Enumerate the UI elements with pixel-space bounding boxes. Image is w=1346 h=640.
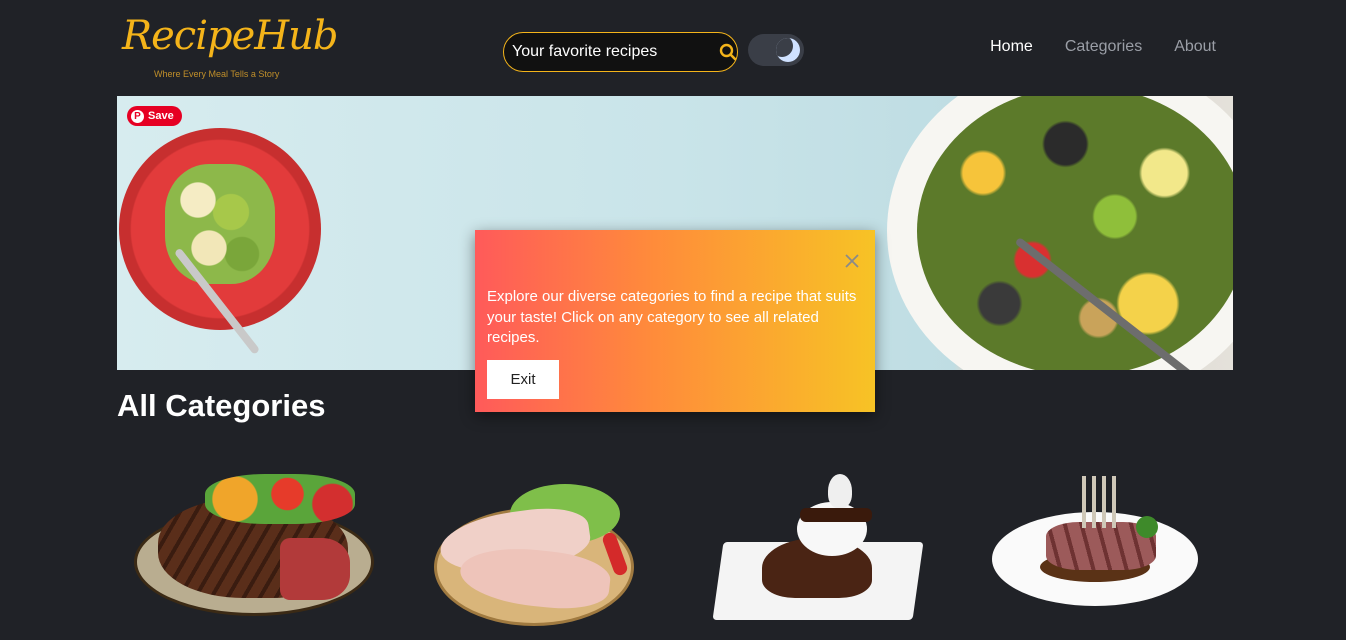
category-card-chicken[interactable] (430, 468, 640, 640)
nav-home[interactable]: Home (990, 38, 1033, 56)
chocolate-drizzle (800, 508, 872, 522)
popup-message: Explore our diverse categories to find a… (487, 288, 857, 346)
close-icon[interactable] (843, 252, 861, 270)
search-input[interactable] (512, 43, 719, 61)
category-card-lamb[interactable] (990, 468, 1204, 640)
moon-icon (776, 38, 800, 62)
category-card-dessert[interactable] (712, 468, 924, 640)
logo[interactable]: RecipeHub Where Every Meal Tells a Story (122, 13, 339, 82)
plate-salad (917, 96, 1233, 370)
section-title: All Categories (117, 388, 326, 423)
cream-top (828, 474, 852, 508)
herb-garnish (1136, 516, 1158, 538)
info-popup: Explore our diverse categories to find a… (475, 230, 875, 412)
vegetables (205, 474, 355, 524)
steak-cut (280, 538, 350, 600)
pinterest-save-button[interactable]: P Save (127, 106, 182, 126)
pinterest-save-label: Save (148, 110, 174, 122)
theme-toggle[interactable] (748, 34, 804, 66)
pinterest-icon: P (131, 109, 144, 123)
nav-categories[interactable]: Categories (1065, 38, 1142, 56)
nav-about[interactable]: About (1174, 38, 1216, 56)
search-icon[interactable] (719, 42, 737, 62)
logo-tagline: Where Every Meal Tells a Story (154, 69, 280, 79)
logo-title: RecipeHub (122, 13, 339, 59)
search-bar (503, 32, 738, 72)
main-nav: Home Categories About (990, 38, 1216, 56)
bowl-salad (165, 164, 275, 284)
exit-button[interactable]: Exit (487, 360, 559, 399)
category-card-steak[interactable] (130, 468, 380, 640)
lamb-bones (1082, 476, 1122, 528)
